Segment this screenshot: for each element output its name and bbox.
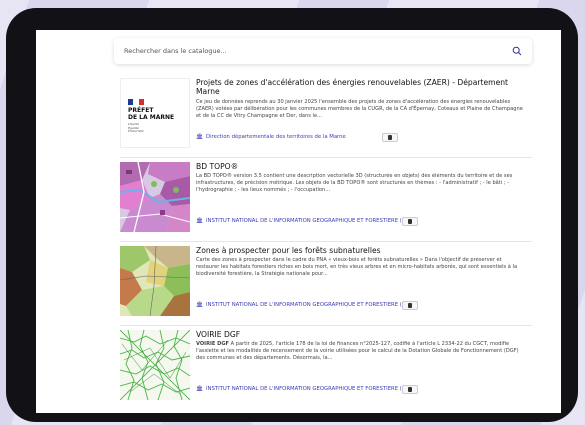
bdtopo-map-thumbnail: [120, 162, 190, 232]
database-icon: [388, 135, 392, 140]
organization-label: INSTITUT NATIONAL DE L'INFORMATION GEOGR…: [205, 302, 414, 308]
description-bold: VOIRIE DGF: [196, 341, 230, 347]
result-description: Ce jeu de données reprends au 30 janvier…: [196, 99, 523, 120]
result-title[interactable]: Projets de zones d'accélération des éner…: [196, 78, 526, 96]
result-organization[interactable]: 🏛 INSTITUT NATIONAL DE L'INFORMATION GEO…: [196, 386, 414, 392]
search-input[interactable]: [124, 47, 512, 55]
organization-label: Direction départementale des territoires…: [205, 134, 346, 140]
result-description: Carte des zones à prospecter dans le cad…: [196, 257, 518, 278]
database-icon: [408, 219, 412, 224]
result-item-zaer[interactable]: PRÉFET DE LA MARNE Liberté Égalité Frate…: [120, 78, 532, 156]
dataset-badge[interactable]: [402, 301, 418, 310]
result-item-forets[interactable]: Zones à prospecter pour les forêts subna…: [120, 246, 532, 324]
result-title[interactable]: Zones à prospecter pour les forêts subna…: [196, 246, 526, 255]
institution-icon: 🏛: [196, 302, 203, 308]
institution-icon: 🏛: [196, 134, 203, 140]
database-icon: [408, 387, 412, 392]
dataset-badge[interactable]: [402, 385, 418, 394]
french-flag-icon: [128, 99, 144, 105]
result-title[interactable]: VOIRIE DGF: [196, 330, 526, 339]
institution-icon: 🏛: [196, 218, 203, 224]
logo-line-2: DE LA MARNE: [128, 113, 175, 121]
result-organization[interactable]: 🏛 Direction départementale des territoir…: [196, 134, 346, 140]
result-description: VOIRIE DGF A partir de 2025, l'article 1…: [196, 341, 526, 363]
forest-zones-map-thumbnail: [120, 246, 190, 316]
result-title[interactable]: BD TOPO®: [196, 162, 526, 171]
institution-icon: 🏛: [196, 386, 203, 392]
result-organization[interactable]: 🏛 INSTITUT NATIONAL DE L'INFORMATION GEO…: [196, 218, 414, 224]
organization-label: INSTITUT NATIONAL DE L'INFORMATION GEOGR…: [205, 386, 414, 392]
result-organization[interactable]: 🏛 INSTITUT NATIONAL DE L'INFORMATION GEO…: [196, 302, 414, 308]
organization-label: INSTITUT NATIONAL DE L'INFORMATION GEOGR…: [205, 218, 414, 224]
motto-3: Fraternité: [128, 129, 144, 134]
device-frame: PRÉFET DE LA MARNE Liberté Égalité Frate…: [6, 8, 578, 422]
divider: [120, 325, 532, 326]
search-icon[interactable]: [512, 46, 522, 56]
dataset-badge[interactable]: [382, 133, 398, 142]
divider: [120, 241, 532, 242]
dataset-badge[interactable]: [402, 217, 418, 226]
divider: [120, 157, 532, 158]
prefet-marne-logo: PRÉFET DE LA MARNE Liberté Égalité Frate…: [120, 78, 190, 148]
road-network-map-thumbnail: [120, 330, 190, 400]
database-icon: [408, 303, 412, 308]
description-text: A partir de 2025, l'article 178 de la lo…: [196, 341, 519, 362]
search-bar[interactable]: [114, 38, 532, 64]
result-item-voirie[interactable]: VOIRIE DGF VOIRIE DGF A partir de 2025, …: [120, 330, 532, 408]
catalogue-screen: PRÉFET DE LA MARNE Liberté Égalité Frate…: [36, 30, 561, 413]
result-description: La BD TOPO® version 3.5 contient une des…: [196, 173, 513, 194]
result-item-bdtopo[interactable]: BD TOPO® La BD TOPO® version 3.5 contien…: [120, 162, 532, 240]
